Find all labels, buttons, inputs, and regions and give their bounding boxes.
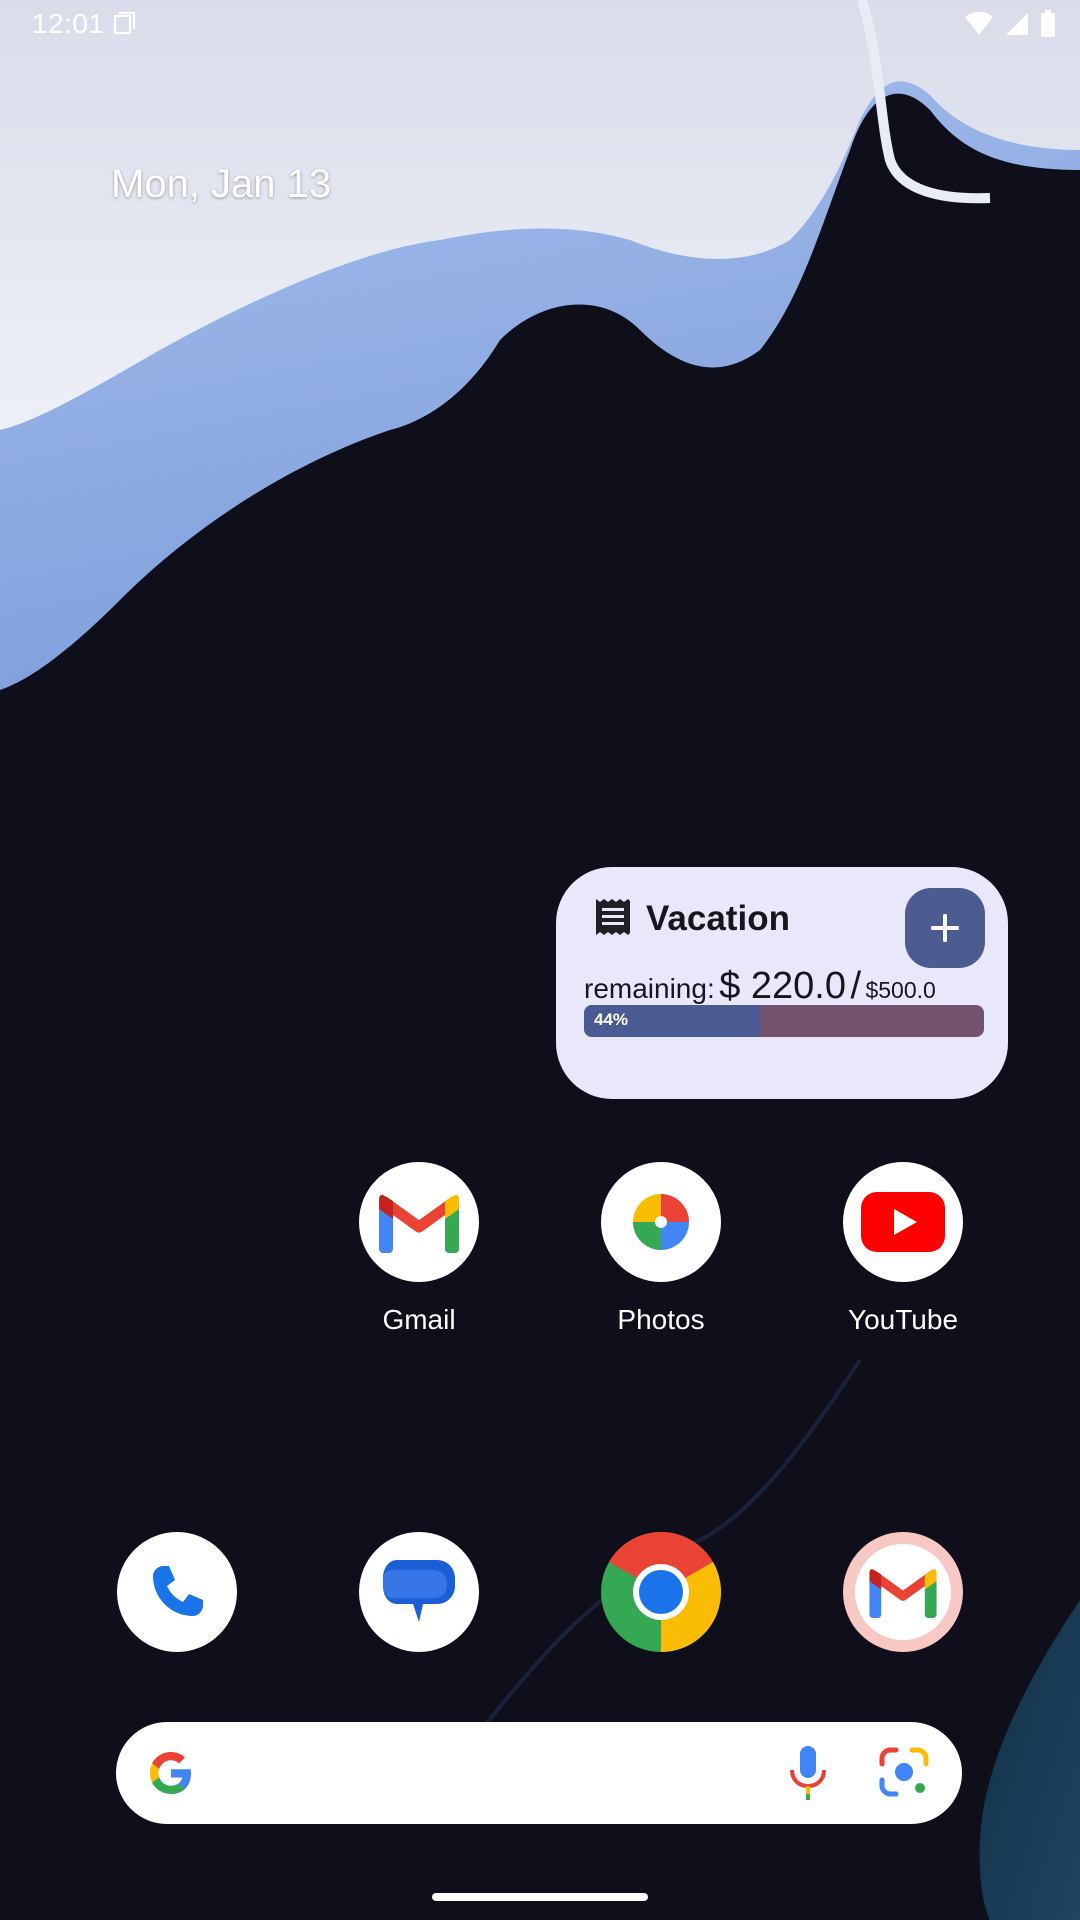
youtube-icon: [843, 1162, 963, 1282]
budget-progress-bar: 44%: [584, 1005, 984, 1037]
progress-label: 44%: [594, 1010, 629, 1029]
dock-phone[interactable]: [77, 1532, 277, 1652]
battery-icon: [1040, 10, 1056, 38]
amount-separator: /: [850, 965, 861, 1007]
app-label: YouTube: [847, 1304, 959, 1335]
gmail-icon: [843, 1532, 963, 1652]
chrome-icon: [601, 1532, 721, 1652]
plus-icon: [931, 914, 959, 942]
date-label[interactable]: Mon, Jan 13: [111, 162, 331, 207]
receipt-icon: [594, 897, 632, 937]
photos-icon: [601, 1162, 721, 1282]
remaining-row: remaining: $ 220.0 / $500.0: [584, 965, 936, 1008]
dock-chrome[interactable]: [561, 1532, 761, 1652]
navigation-handle[interactable]: [432, 1893, 648, 1901]
total-amount: $500.0: [865, 977, 936, 1003]
gmail-icon: [359, 1162, 479, 1282]
status-bar: 12:01: [0, 0, 1080, 48]
app-label: Photos: [617, 1304, 705, 1335]
budget-widget[interactable]: Vacation remaining: $ 220.0 / $500.0 44%: [556, 867, 1008, 1099]
dock-messages[interactable]: [319, 1532, 519, 1652]
remaining-amount: $ 220.0: [719, 965, 846, 1007]
status-time: 12:01: [32, 8, 105, 39]
phone-icon: [117, 1532, 237, 1652]
dock-gmail[interactable]: [803, 1532, 1003, 1652]
app-label: Gmail: [382, 1304, 456, 1335]
google-search-bar[interactable]: [116, 1722, 962, 1824]
remaining-label: remaining:: [584, 973, 715, 1004]
google-g-icon: [146, 1748, 196, 1803]
app-youtube[interactable]: YouTube: [803, 1162, 1003, 1336]
app-gmail[interactable]: Gmail: [319, 1162, 519, 1336]
messages-icon: [359, 1532, 479, 1652]
cell-signal-icon: [1004, 11, 1030, 37]
wifi-icon: [964, 11, 994, 37]
screenshot-icon: [112, 10, 138, 36]
app-photos[interactable]: Photos: [561, 1162, 761, 1336]
add-expense-button[interactable]: [905, 888, 985, 968]
widget-title: Vacation: [646, 899, 790, 938]
microphone-icon[interactable]: [786, 1744, 830, 1807]
google-lens-icon[interactable]: [878, 1746, 930, 1803]
